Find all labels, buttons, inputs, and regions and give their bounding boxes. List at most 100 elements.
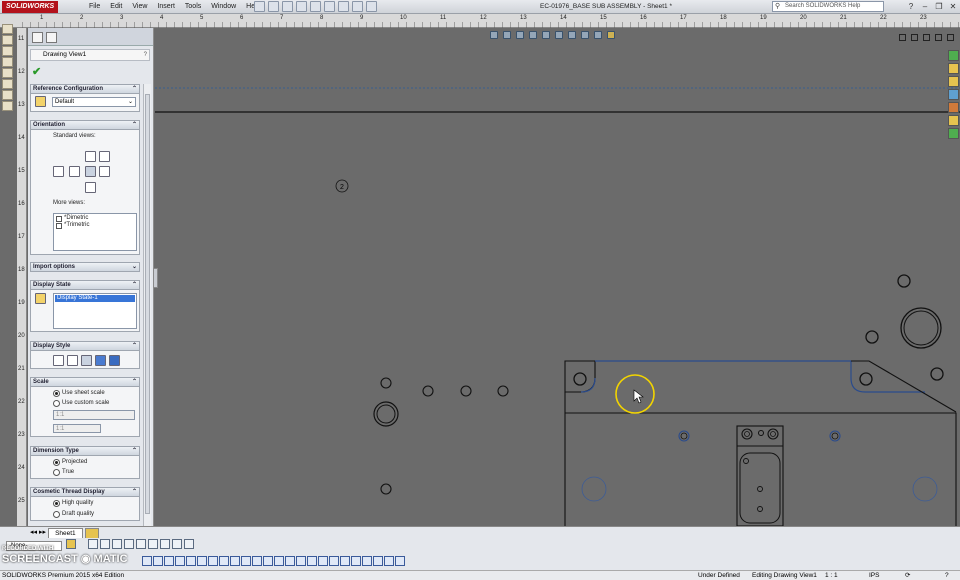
select-icon[interactable] — [324, 1, 335, 12]
sketch-tool-icon[interactable] — [252, 556, 262, 566]
nav-last-icon[interactable]: ▸▸ — [39, 528, 46, 538]
collapse-icon[interactable]: ⌃ — [132, 281, 137, 289]
hide-show-icon[interactable] — [568, 31, 576, 39]
custom-scale-select[interactable]: 1:1 — [53, 410, 135, 420]
rebuild-icon[interactable] — [338, 1, 349, 12]
hidden-lines-visible-icon[interactable] — [67, 355, 78, 366]
sheet-tab[interactable]: Sheet1 — [48, 528, 83, 538]
minimize-view-icon[interactable] — [923, 34, 930, 41]
section-view-icon[interactable] — [529, 31, 537, 39]
collapse-icon[interactable]: ⌃ — [132, 121, 137, 129]
property-manager-tab-icon[interactable] — [46, 32, 57, 43]
sketch-tool-icon[interactable] — [296, 556, 306, 566]
wireframe-icon[interactable] — [53, 355, 64, 366]
graphics-area[interactable]: 2 — [155, 28, 960, 527]
custom-properties-icon[interactable] — [948, 115, 959, 126]
high-quality-radio[interactable] — [53, 500, 60, 507]
status-units[interactable]: IPS — [869, 571, 879, 580]
restore-button[interactable]: ❐ — [934, 0, 944, 14]
nav-first-icon[interactable]: ◂◂ — [30, 528, 37, 538]
projected-radio[interactable] — [53, 459, 60, 466]
sketch-tool-icon[interactable] — [285, 556, 295, 566]
sketch-tool-icon[interactable] — [175, 556, 185, 566]
custom-scale-field[interactable]: 1:1 — [53, 424, 101, 433]
menu-tools[interactable]: Tools — [180, 0, 206, 14]
dimension-type-header[interactable]: Dimension Type ⌃ — [31, 447, 139, 456]
edit-appearance-icon[interactable] — [581, 31, 589, 39]
sketch-tool-icon[interactable] — [241, 556, 251, 566]
draft-quality-radio[interactable] — [53, 511, 60, 518]
sketch-tool-icon[interactable] — [307, 556, 317, 566]
sketch-tool-icon[interactable] — [219, 556, 229, 566]
appearances-icon[interactable] — [948, 102, 959, 113]
hidden-lines-removed-icon[interactable] — [81, 355, 92, 366]
close-button[interactable]: ✕ — [948, 0, 958, 14]
view-palette-icon[interactable] — [948, 89, 959, 100]
view-settings-icon[interactable] — [607, 31, 615, 39]
sketch-tool-icon[interactable] — [153, 556, 163, 566]
import-options-header[interactable]: Import options ⌄ — [31, 263, 139, 272]
align-center-icon[interactable] — [172, 539, 182, 549]
collapse-icon[interactable]: ⌃ — [132, 342, 137, 350]
collapse-icon[interactable]: ⌃ — [132, 447, 137, 455]
view-left-icon[interactable] — [53, 166, 64, 177]
new-doc-icon[interactable] — [254, 1, 265, 12]
undo-icon[interactable] — [310, 1, 321, 12]
save-icon[interactable] — [282, 1, 293, 12]
status-help-icon[interactable]: ? — [945, 571, 949, 580]
view-back-icon[interactable] — [85, 151, 96, 162]
menu-edit[interactable]: Edit — [105, 0, 127, 14]
sketch-tool-icon[interactable] — [318, 556, 328, 566]
sketch-tool-icon[interactable] — [395, 556, 405, 566]
help-icon[interactable]: ? — [906, 0, 916, 14]
sketch-tool-icon[interactable] — [373, 556, 383, 566]
annotation-tool-icon[interactable] — [2, 46, 13, 56]
shaded-edges-icon[interactable] — [95, 355, 106, 366]
sketch-tool-icon[interactable] — [340, 556, 350, 566]
use-sheet-scale-radio[interactable] — [53, 390, 60, 397]
collapse-icon[interactable]: ⌃ — [132, 378, 137, 386]
file-explorer-icon[interactable] — [948, 76, 959, 87]
sketch-tool-icon[interactable] — [186, 556, 196, 566]
zoom-to-fit-icon[interactable] — [490, 31, 498, 39]
orientation-header[interactable]: Orientation ⌃ — [31, 121, 139, 130]
display-style-header[interactable]: Display Style ⌃ — [31, 342, 139, 351]
view-rotate-icon[interactable] — [99, 151, 110, 162]
layers-tool-icon[interactable] — [2, 90, 13, 100]
menu-window[interactable]: Window — [206, 0, 241, 14]
view-layout-icon[interactable] — [2, 57, 13, 67]
options-icon[interactable] — [366, 1, 377, 12]
sketch-tool-icon[interactable] — [164, 556, 174, 566]
minimize-button[interactable]: – — [920, 0, 930, 14]
tile-view-icon[interactable] — [899, 34, 906, 41]
split-view-icon[interactable] — [911, 34, 918, 41]
display-state-header[interactable]: Display State ⌃ — [31, 281, 139, 290]
scale-header[interactable]: Scale ⌃ — [31, 378, 139, 387]
collapse-icon[interactable]: ⌃ — [132, 488, 137, 496]
display-state-item[interactable]: Display State-1 — [55, 295, 135, 302]
link-tool-icon[interactable] — [2, 101, 13, 111]
sketch-tool-icon[interactable] — [208, 556, 218, 566]
previous-view-icon[interactable] — [516, 31, 524, 39]
sketch-tool-icon[interactable] — [2, 35, 13, 45]
menu-view[interactable]: View — [127, 0, 152, 14]
design-library-icon[interactable] — [948, 63, 959, 74]
display-style-icon[interactable] — [555, 31, 563, 39]
view-top-icon[interactable] — [85, 166, 96, 177]
solidworks-logo[interactable]: SOLIDWORKS — [2, 1, 59, 13]
cosmetic-thread-header[interactable]: Cosmetic Thread Display ⌃ — [31, 488, 139, 497]
feature-manager-tab-icon[interactable] — [32, 32, 43, 43]
sketch-tool-icon[interactable] — [384, 556, 394, 566]
dimetric-checkbox[interactable] — [56, 216, 62, 222]
use-custom-scale-radio[interactable] — [53, 400, 60, 407]
ok-checkmark-icon[interactable]: ✔ — [32, 65, 41, 78]
reference-configuration-header[interactable]: Reference Configuration ⌃ — [31, 85, 139, 94]
menu-insert[interactable]: Insert — [152, 0, 180, 14]
sketch-tool-icon[interactable] — [263, 556, 273, 566]
office-tool-icon[interactable] — [2, 79, 13, 89]
open-icon[interactable] — [268, 1, 279, 12]
add-sheet-icon[interactable] — [84, 528, 99, 538]
view-right-icon[interactable] — [99, 166, 110, 177]
menu-file[interactable]: File — [84, 0, 105, 14]
resources-icon[interactable] — [948, 50, 959, 61]
